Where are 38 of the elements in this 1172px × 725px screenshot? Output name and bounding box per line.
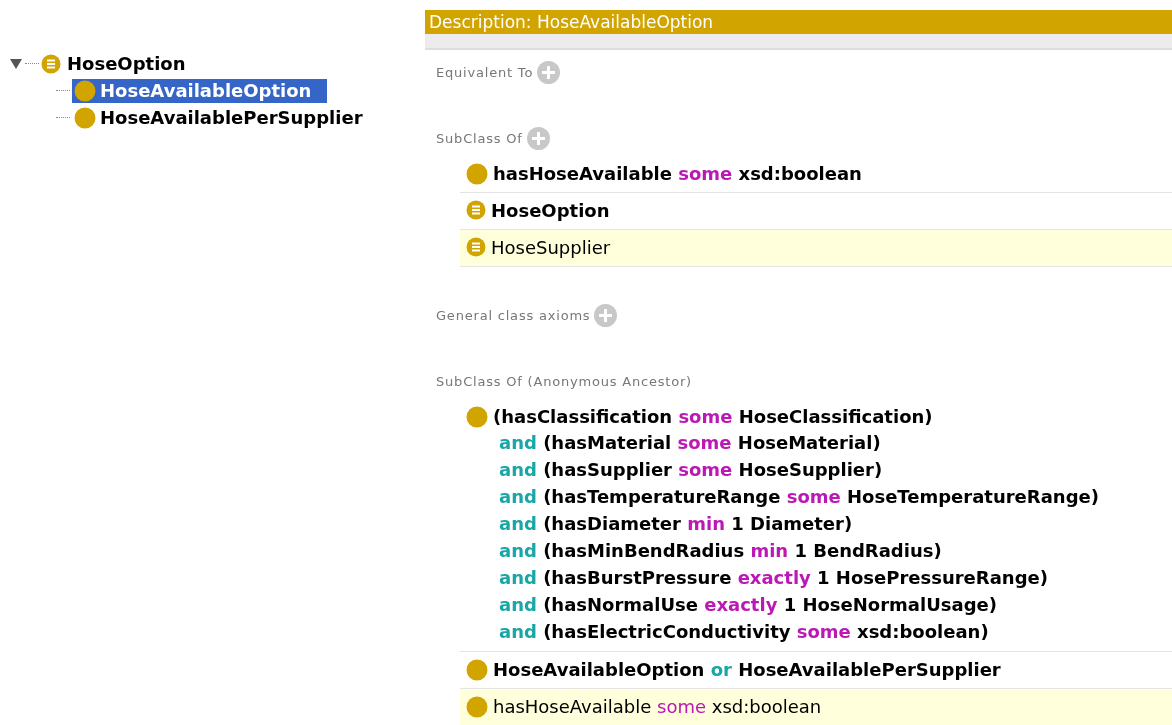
expression-text: and (hasElectricConductivity some xsd:boolean) (498, 620, 990, 644)
axiom-row[interactable]: hasHoseAvailable some xsd:boolean (460, 156, 1172, 193)
class-icon (466, 406, 488, 428)
expression-text: and (hasMinBendRadius min 1 BendRadius) (498, 539, 943, 563)
add-icon[interactable] (526, 126, 550, 150)
expression-text: HoseOption (491, 199, 610, 223)
tree-item[interactable]: HoseOption (67, 53, 186, 74)
expression-text: and (hasTemperatureRange some HoseTemperatureRange) (498, 485, 1099, 509)
section-label: SubClass Of (Anonymous Ancestor) (436, 373, 692, 389)
section-label: General class axioms (436, 307, 591, 323)
class-icon (466, 163, 488, 185)
class-icon (466, 200, 486, 220)
class-icon (466, 696, 488, 718)
axiom-row[interactable]: HoseSupplier (460, 230, 1172, 267)
class-icon (74, 79, 96, 102)
expression-text: and (hasDiameter min 1 Diameter) (498, 512, 854, 536)
expression-text: HoseSupplier (491, 236, 611, 260)
tree-item[interactable]: HoseAvailableOption (72, 78, 328, 103)
expression-text: hasHoseAvailable some xsd:boolean (493, 695, 822, 719)
class-icon (466, 237, 486, 257)
expression-text: and (hasMaterial some HoseMaterial) (498, 431, 882, 455)
expression-text: and (hasNormalUse exactly 1 HoseNormalUsage) (498, 593, 998, 617)
axiom-row[interactable]: hasHoseAvailable some xsd:boolean (460, 689, 1172, 725)
expression-text: and (hasBurstPressure exactly 1 HosePressureRange) (498, 566, 1049, 590)
expression-text: hasHoseAvailable some xsd:boolean (493, 162, 862, 186)
class-icon (74, 106, 96, 129)
class-icon (41, 53, 61, 74)
expression-text: HoseAvailableOption or HoseAvailablePerSupplier (493, 658, 1001, 682)
add-icon[interactable] (594, 303, 618, 327)
expression-text: and (hasSupplier some HoseSupplier) (498, 458, 884, 482)
expand-triangle-icon[interactable] (9, 57, 23, 70)
add-icon[interactable] (537, 60, 561, 84)
class-icon (466, 659, 488, 681)
tree-item[interactable]: HoseAvailablePerSupplier (72, 105, 379, 130)
section-label: Equivalent To (436, 64, 534, 80)
expression-text: (hasClassification some HoseClassification) (493, 405, 934, 429)
section-label: SubClass Of (436, 130, 523, 146)
panel-title: Description: HoseAvailableOption (425, 10, 1172, 34)
